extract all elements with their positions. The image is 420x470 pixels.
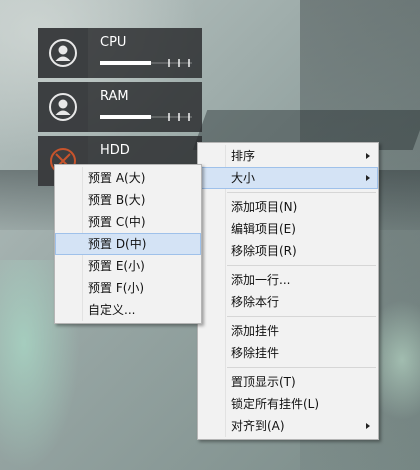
menu-item-edit-item[interactable]: 编辑项目(E) [198, 218, 378, 240]
menu-item-label: 移除本行 [231, 295, 280, 309]
menu-item-label: 大小 [231, 171, 256, 185]
ram-gadget[interactable]: RAM [38, 82, 202, 132]
menu-item-label: 自定义... [88, 303, 136, 317]
submenu-arrow-icon [366, 153, 370, 159]
user-silhouette-icon [38, 82, 88, 132]
size-option-b[interactable]: 预置 B(大) [55, 189, 201, 211]
menu-item-topmost[interactable]: 置顶显示(T) [198, 371, 378, 393]
ram-label: RAM [100, 89, 129, 104]
menu-separator [227, 265, 376, 266]
menu-item-label: 预置 E(小) [88, 259, 145, 273]
menu-item-label: 编辑项目(E) [231, 222, 296, 236]
menu-item-label: 锁定所有挂件(L) [231, 397, 320, 411]
submenu-arrow-icon [366, 175, 370, 181]
menu-separator [227, 316, 376, 317]
menu-item-label: 添加挂件 [231, 324, 280, 338]
user-silhouette-icon [38, 28, 88, 78]
size-option-a[interactable]: 预置 A(大) [55, 167, 201, 189]
menu-item-label: 预置 F(小) [88, 281, 145, 295]
menu-separator [227, 367, 376, 368]
menu-item-label: 置顶显示(T) [231, 375, 296, 389]
menu-item-label: 对齐到(A) [231, 419, 285, 433]
menu-item-remove-row[interactable]: 移除本行 [198, 291, 378, 313]
cpu-label: CPU [100, 35, 127, 50]
cpu-usage-bar [100, 59, 192, 67]
menu-item-align-to[interactable]: 对齐到(A) [198, 415, 378, 437]
size-option-f[interactable]: 预置 F(小) [55, 277, 201, 299]
hdd-label: HDD [100, 143, 130, 158]
menu-item-label: 预置 C(中) [88, 215, 146, 229]
menu-item-label: 预置 A(大) [88, 171, 146, 185]
submenu-arrow-icon [366, 423, 370, 429]
menu-item-label: 添加项目(N) [231, 200, 298, 214]
menu-item-sort[interactable]: 排序 [198, 145, 378, 167]
size-option-c[interactable]: 预置 C(中) [55, 211, 201, 233]
menu-item-size[interactable]: 大小 [198, 167, 378, 189]
ram-usage-fill [100, 115, 151, 119]
gadget-context-menu: 排序 大小 添加项目(N) 编辑项目(E) 移除项目(R) 添加一行... 移除… [197, 142, 379, 440]
menu-item-label: 预置 B(大) [88, 193, 146, 207]
menu-item-label: 移除挂件 [231, 346, 280, 360]
size-option-d[interactable]: 预置 D(中) [55, 233, 201, 255]
menu-item-lock-all[interactable]: 锁定所有挂件(L) [198, 393, 378, 415]
menu-item-add-row[interactable]: 添加一行... [198, 269, 378, 291]
cpu-usage-fill [100, 61, 151, 65]
menu-item-remove-gadget[interactable]: 移除挂件 [198, 342, 378, 364]
menu-separator [227, 192, 376, 193]
menu-item-label: 移除项目(R) [231, 244, 297, 258]
menu-item-label: 添加一行... [231, 273, 291, 287]
size-option-e[interactable]: 预置 E(小) [55, 255, 201, 277]
menu-item-add-item[interactable]: 添加项目(N) [198, 196, 378, 218]
size-submenu: 预置 A(大) 预置 B(大) 预置 C(中) 预置 D(中) 预置 E(小) … [54, 164, 202, 324]
menu-item-label: 预置 D(中) [88, 237, 147, 251]
menu-item-add-gadget[interactable]: 添加挂件 [198, 320, 378, 342]
size-option-custom[interactable]: 自定义... [55, 299, 201, 321]
menu-item-label: 排序 [231, 149, 256, 163]
cpu-gadget[interactable]: CPU [38, 28, 202, 78]
ram-usage-bar [100, 113, 192, 121]
menu-item-remove-item[interactable]: 移除项目(R) [198, 240, 378, 262]
